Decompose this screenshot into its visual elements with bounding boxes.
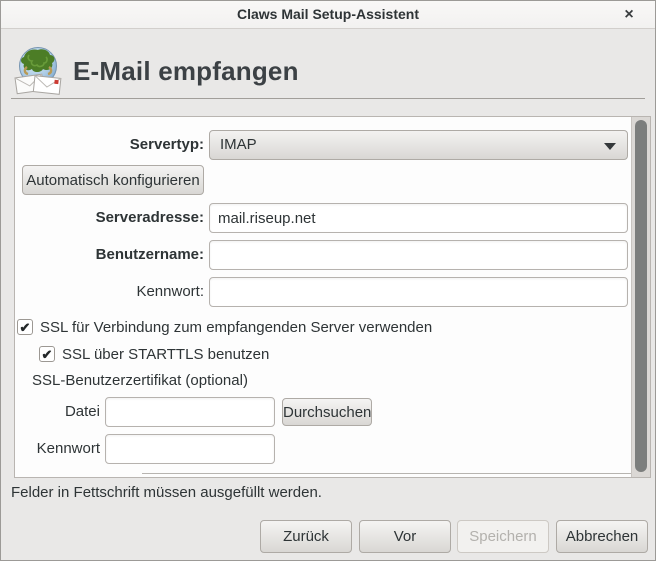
- servertyp-selected-value: IMAP: [220, 136, 257, 153]
- close-icon[interactable]: ×: [613, 1, 645, 28]
- form-scroll-panel: Servertyp: IMAP Automatisch konfiguriere…: [14, 116, 651, 478]
- servertyp-label: Servertyp:: [15, 130, 204, 160]
- save-button[interactable]: Speichern: [457, 520, 549, 553]
- scrollbar-thumb[interactable]: [635, 120, 647, 472]
- starttls-checkbox-label: SSL über STARTTLS benutzen: [62, 346, 269, 363]
- kennwort-label: Kennwort:: [15, 277, 204, 307]
- cert-section-label: SSL-Benutzerzertifikat (optional): [32, 372, 248, 389]
- back-button[interactable]: Zurück: [260, 520, 352, 553]
- scrollbar-track[interactable]: [631, 117, 650, 477]
- ssl-checkbox[interactable]: ✔ SSL für Verbindung zum empfangenden Se…: [17, 318, 432, 336]
- browse-button[interactable]: Durchsuchen: [282, 398, 372, 426]
- chevron-down-icon: [604, 143, 616, 150]
- cert-kennwort-input[interactable]: [105, 434, 275, 464]
- servertyp-dropdown[interactable]: IMAP: [209, 130, 628, 160]
- setup-assistant-dialog: Claws Mail Setup-Assistent × E-Mail empf…: [0, 0, 656, 561]
- cert-datei-label: Datei: [15, 397, 100, 427]
- serveradresse-input[interactable]: [209, 203, 628, 233]
- claws-mail-logo-icon: [11, 46, 66, 96]
- cert-kennwort-label: Kennwort: [15, 434, 100, 464]
- check-icon: ✔: [17, 319, 33, 335]
- serveradresse-label: Serveradresse:: [15, 203, 204, 233]
- benutzername-label: Benutzername:: [15, 240, 204, 270]
- auto-configure-button[interactable]: Automatisch konfigurieren: [22, 165, 204, 195]
- cert-datei-input[interactable]: [105, 397, 275, 427]
- page-title: E-Mail empfangen: [73, 56, 299, 87]
- starttls-checkbox[interactable]: ✔ SSL über STARTTLS benutzen: [39, 345, 269, 363]
- ssl-checkbox-label: SSL für Verbindung zum empfangenden Serv…: [40, 319, 432, 336]
- cancel-button[interactable]: Abbrechen: [556, 520, 648, 553]
- mandatory-fields-note: Felder in Fettschrift müssen ausgefüllt …: [11, 484, 322, 501]
- header-separator: [11, 98, 645, 99]
- kennwort-input[interactable]: [209, 277, 628, 307]
- cutoff-widget-edge: [142, 473, 633, 474]
- titlebar[interactable]: Claws Mail Setup-Assistent ×: [1, 1, 655, 29]
- benutzername-input[interactable]: [209, 240, 628, 270]
- forward-button[interactable]: Vor: [359, 520, 451, 553]
- window-title: Claws Mail Setup-Assistent: [1, 1, 655, 29]
- check-icon: ✔: [39, 346, 55, 362]
